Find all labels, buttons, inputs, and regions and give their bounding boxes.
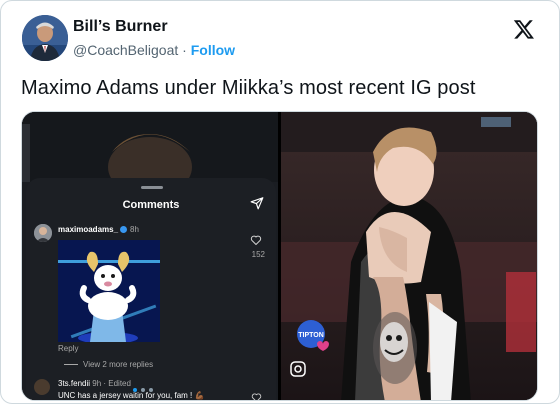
separator-dot: ·	[182, 42, 187, 58]
media-image-comments-screenshot[interactable]: Comments maximoadams_ 8h Reply View 2 mo…	[22, 112, 278, 401]
player-photo: TIPTON	[281, 112, 537, 400]
carousel-dot[interactable]	[149, 388, 153, 392]
blurred-background	[22, 112, 278, 182]
drag-handle[interactable]	[141, 186, 163, 189]
tweet-card: Bill’s Burner @CoachBeligoat · Follow Ma…	[0, 0, 560, 404]
verified-badge-icon	[120, 226, 128, 234]
commenter-avatar[interactable]	[34, 224, 52, 242]
comment-time: 8h	[130, 225, 139, 234]
tipton-logo-text: TIPTON	[298, 332, 324, 339]
like-count: 152	[251, 250, 265, 259]
comment2-username[interactable]: 3ts.fendii 9h · Edited	[58, 379, 131, 388]
avatar-photo	[22, 15, 68, 61]
commenter2-avatar[interactable]	[34, 379, 50, 395]
comments-panel: Comments maximoadams_ 8h Reply View 2 mo…	[26, 178, 276, 401]
tweet-text: Maximo Adams under Miikka’s most recent …	[21, 77, 476, 99]
author-handle-row: @CoachBeligoat · Follow	[73, 42, 235, 58]
follow-button[interactable]: Follow	[191, 42, 235, 58]
send-icon[interactable]	[250, 196, 264, 210]
carousel-dot-active[interactable]	[133, 388, 137, 392]
comment2-text: UNC has a jersey waitin for you, fam ! 💪…	[58, 391, 205, 400]
ram-mascot-image	[58, 240, 160, 342]
media-grid: Comments maximoadams_ 8h Reply View 2 mo…	[21, 111, 538, 401]
x-logo-icon[interactable]	[513, 18, 535, 40]
comment-username-text: maximoadams_	[58, 225, 119, 234]
heart-icon[interactable]	[250, 234, 262, 246]
tweet-header: Bill’s Burner @CoachBeligoat · Follow	[19, 13, 541, 65]
reply-link[interactable]: Reply	[58, 344, 78, 353]
author-avatar[interactable]	[22, 15, 68, 61]
commenter-avatar-photo	[34, 224, 52, 242]
comment2-username-text: 3ts.fendii	[58, 379, 91, 388]
carousel-dots	[133, 388, 169, 394]
comment-username[interactable]: maximoadams_ 8h	[58, 225, 139, 234]
heart-icon-2[interactable]	[251, 392, 262, 401]
comment-gif-ram-mascot[interactable]	[58, 240, 160, 342]
carousel-dot[interactable]	[141, 388, 145, 392]
view-more-replies-link[interactable]: View 2 more replies	[64, 360, 153, 369]
media-image-player-photo[interactable]: TIPTON	[281, 112, 537, 400]
author-name[interactable]: Bill’s Burner	[73, 18, 168, 36]
author-handle[interactable]: @CoachBeligoat	[73, 42, 178, 58]
comments-title: Comments	[122, 199, 180, 211]
comment2-meta: 9h · Edited	[92, 379, 131, 388]
